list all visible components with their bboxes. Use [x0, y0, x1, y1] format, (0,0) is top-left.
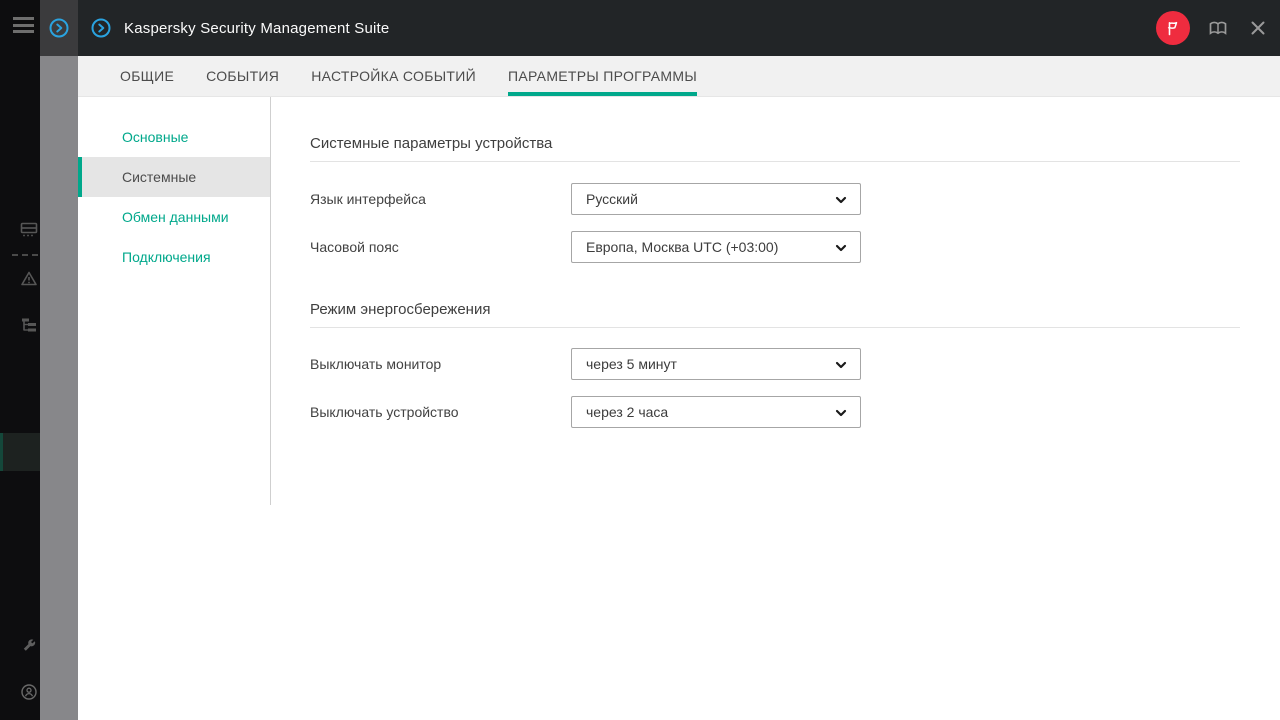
section-rule [310, 161, 1240, 162]
chevron-down-icon [834, 193, 848, 207]
active-app-cell[interactable] [40, 0, 78, 56]
nav-item-main[interactable]: Основные [78, 117, 270, 157]
field-label: Язык интерфейса [310, 191, 426, 207]
field-row-timezone: Часовой пояс Европа, Москва UTC (+03:00) [310, 231, 1240, 263]
tree-icon[interactable] [20, 317, 38, 335]
tab-events[interactable]: СОБЫТИЯ [206, 56, 279, 96]
header: Kaspersky Security Management Suite [78, 0, 1280, 56]
settings-nav: Основные Системные Обмен данными Подключ… [78, 117, 270, 277]
flag-badge-icon[interactable] [1156, 11, 1190, 45]
sidebar-divider [270, 97, 271, 505]
warning-icon[interactable] [20, 270, 38, 288]
devices-icon[interactable] [20, 221, 38, 239]
tab-bar: ОБЩИЕ СОБЫТИЯ НАСТРОЙКА СОБЫТИЙ ПАРАМЕТР… [78, 56, 1280, 97]
circled-arrow-icon [90, 17, 112, 39]
close-icon[interactable] [1246, 16, 1270, 40]
field-label: Выключать монитор [310, 356, 442, 372]
language-select[interactable]: Русский [571, 183, 861, 215]
select-value: через 2 часа [586, 404, 669, 420]
active-tab-underline [507, 92, 698, 96]
select-value: через 5 минут [586, 356, 677, 372]
chevron-down-icon [834, 358, 848, 372]
rail-divider [12, 254, 38, 256]
app-title: Kaspersky Security Management Suite [124, 19, 390, 37]
wrench-icon[interactable] [20, 636, 38, 654]
app-strip [40, 0, 78, 720]
tab-program-parameters[interactable]: ПАРАМЕТРЫ ПРОГРАММЫ [507, 56, 698, 96]
section-title-power-saving: Режим энергосбережения [310, 301, 491, 318]
open-book-icon[interactable] [1206, 16, 1230, 40]
field-row-language: Язык интерфейса Русский [310, 183, 1240, 215]
nav-item-data-exchange[interactable]: Обмен данными [78, 197, 270, 237]
nav-item-connections[interactable]: Подключения [78, 237, 270, 277]
field-label: Выключать устройство [310, 404, 459, 420]
nav-item-system[interactable]: Системные [78, 157, 270, 197]
section-rule [310, 327, 1240, 328]
device-off-select[interactable]: через 2 часа [571, 396, 861, 428]
select-value: Европа, Москва UTC (+03:00) [586, 239, 779, 255]
user-icon[interactable] [20, 683, 38, 701]
hamburger-icon[interactable] [13, 17, 34, 33]
monitor-off-select[interactable]: через 5 минут [571, 348, 861, 380]
select-value: Русский [586, 191, 638, 207]
content-area: Основные Системные Обмен данными Подключ… [78, 97, 1280, 720]
section-title-system-parameters: Системные параметры устройства [310, 135, 553, 152]
field-row-device-off: Выключать устройство через 2 часа [310, 396, 1240, 428]
circled-arrow-icon [49, 18, 69, 38]
tab-event-settings[interactable]: НАСТРОЙКА СОБЫТИЙ [311, 56, 476, 96]
field-row-monitor-off: Выключать монитор через 5 минут [310, 348, 1240, 380]
app-rail [0, 0, 40, 720]
chevron-down-icon [834, 241, 848, 255]
field-label: Часовой пояс [310, 239, 399, 255]
chevron-down-icon [834, 406, 848, 420]
tab-general[interactable]: ОБЩИЕ [120, 56, 174, 96]
timezone-select[interactable]: Европа, Москва UTC (+03:00) [571, 231, 861, 263]
rail-selected-item[interactable] [0, 433, 40, 471]
